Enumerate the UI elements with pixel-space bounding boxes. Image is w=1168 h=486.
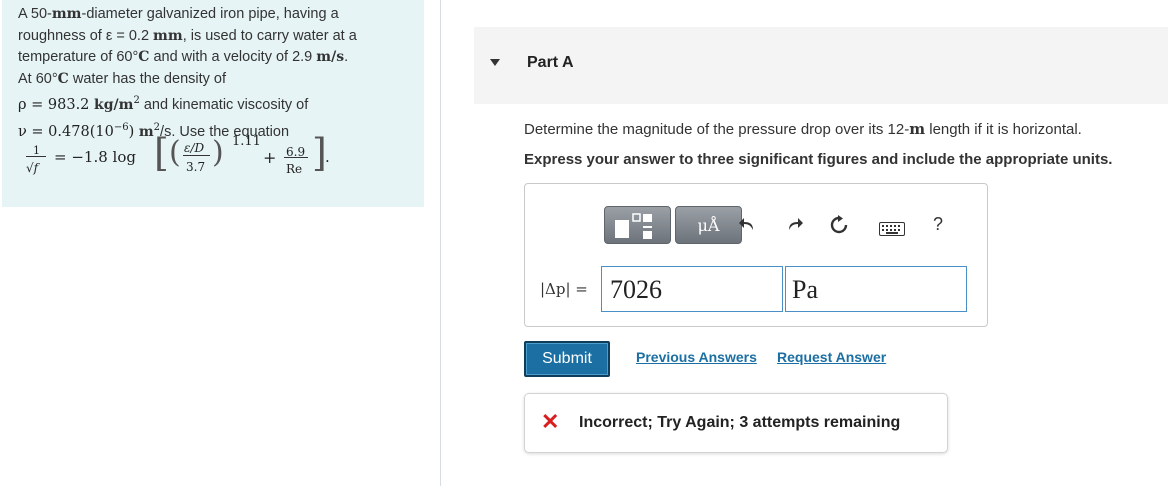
- problem-text: At 60: [18, 70, 52, 87]
- answer-instruction: Express your answer to three significant…: [524, 151, 1113, 168]
- problem-line-5: ρ = 983.2 kg/m2 and kinematic viscosity …: [18, 90, 424, 117]
- templates-icon: [615, 213, 652, 239]
- feedback-box: ✕ Incorrect; Try Again; 3 attempts remai…: [524, 393, 948, 453]
- problem-line-1: A 50-mm-diameter galvanized iron pipe, h…: [18, 4, 424, 26]
- answer-value-input[interactable]: 7026: [601, 266, 783, 312]
- part-a-header[interactable]: Part A: [474, 27, 1168, 104]
- equation-plus: +: [263, 148, 277, 167]
- problem-text: water has the density of: [68, 70, 226, 87]
- part-title: Part A: [527, 54, 574, 71]
- answer-box: μÅ ? |Δp| = 7026 Pa: [524, 183, 988, 327]
- templates-button[interactable]: [604, 206, 671, 244]
- units-icon: μÅ: [697, 216, 720, 235]
- problem-text: -diameter galvanized iron pipe, having a: [81, 6, 339, 22]
- answer-label: |Δp| =: [540, 280, 588, 298]
- right-paren: ): [212, 135, 224, 170]
- problem-text: roughness of ε = 0.2: [18, 27, 154, 44]
- problem-text: and with a velocity of 2.9: [149, 49, 317, 65]
- equation-exponent: 1.11: [232, 134, 261, 149]
- request-answer-link[interactable]: Request Answer: [777, 349, 886, 365]
- feedback-message: Incorrect; Try Again; 3 attempts remaini…: [579, 414, 901, 431]
- fraction-bar: [183, 155, 210, 156]
- question-text-start: Determine the magnitude of the pressure …: [524, 121, 910, 138]
- error-x-icon: ✕: [541, 409, 560, 434]
- problem-statement: A 50-mm-diameter galvanized iron pipe, h…: [2, 0, 424, 207]
- problem-text: .: [344, 49, 349, 65]
- problem-text: temperature of 60: [18, 49, 133, 65]
- caret-down-icon[interactable]: [490, 59, 500, 66]
- column-divider: [440, 0, 441, 486]
- question-text-end: length if it is horizontal.: [925, 121, 1082, 138]
- question-text: Determine the magnitude of the pressure …: [524, 120, 1082, 138]
- problem-line-2: roughness of ε = 0.2 mm, is used to carr…: [18, 26, 424, 48]
- left-bracket: [: [154, 131, 169, 175]
- reset-icon[interactable]: [827, 215, 851, 239]
- unit-m: m: [909, 120, 926, 138]
- left-paren: (: [169, 135, 181, 170]
- friction-equation: 1 √f = −1.8 log [ ( ε/D 3.7 ) 1.11 + 6.9…: [18, 131, 348, 186]
- help-icon[interactable]: ?: [929, 214, 947, 234]
- problem-text: , is used to carry water at a: [182, 27, 357, 44]
- problem-line-4: At 60°C water has the density of: [18, 69, 424, 91]
- answer-units-input[interactable]: Pa: [785, 266, 967, 312]
- undo-icon[interactable]: [735, 215, 759, 237]
- equation-lhs-denominator: √f: [26, 161, 39, 175]
- unit-density: kg/m: [94, 97, 134, 113]
- redo-icon[interactable]: [783, 215, 807, 237]
- problem-line-3: temperature of 60°C and with a velocity …: [18, 47, 424, 69]
- fraction-bar: [284, 157, 308, 158]
- fraction-bar: [26, 156, 46, 157]
- equation-inner-denominator: 3.7: [186, 160, 206, 174]
- unit-mm: mm: [51, 6, 82, 22]
- density-expression: ρ = 983.2: [18, 97, 95, 113]
- unit-velocity: m/s: [316, 49, 345, 65]
- equation-period: .: [325, 148, 330, 166]
- problem-text: and kinematic viscosity of: [139, 97, 309, 113]
- problem-text: A 50-: [18, 6, 52, 22]
- units-button[interactable]: μÅ: [675, 206, 742, 244]
- unit-celsius: C: [57, 70, 69, 87]
- previous-answers-link[interactable]: Previous Answers: [636, 349, 757, 365]
- unit-mm: mm: [153, 27, 183, 44]
- keyboard-icon[interactable]: [878, 220, 906, 240]
- equation-log-term: = −1.8 log: [54, 148, 136, 166]
- unit-celsius: C: [138, 49, 150, 65]
- submit-button[interactable]: Submit: [524, 341, 610, 377]
- equation-frac2-denominator: Re: [286, 162, 303, 176]
